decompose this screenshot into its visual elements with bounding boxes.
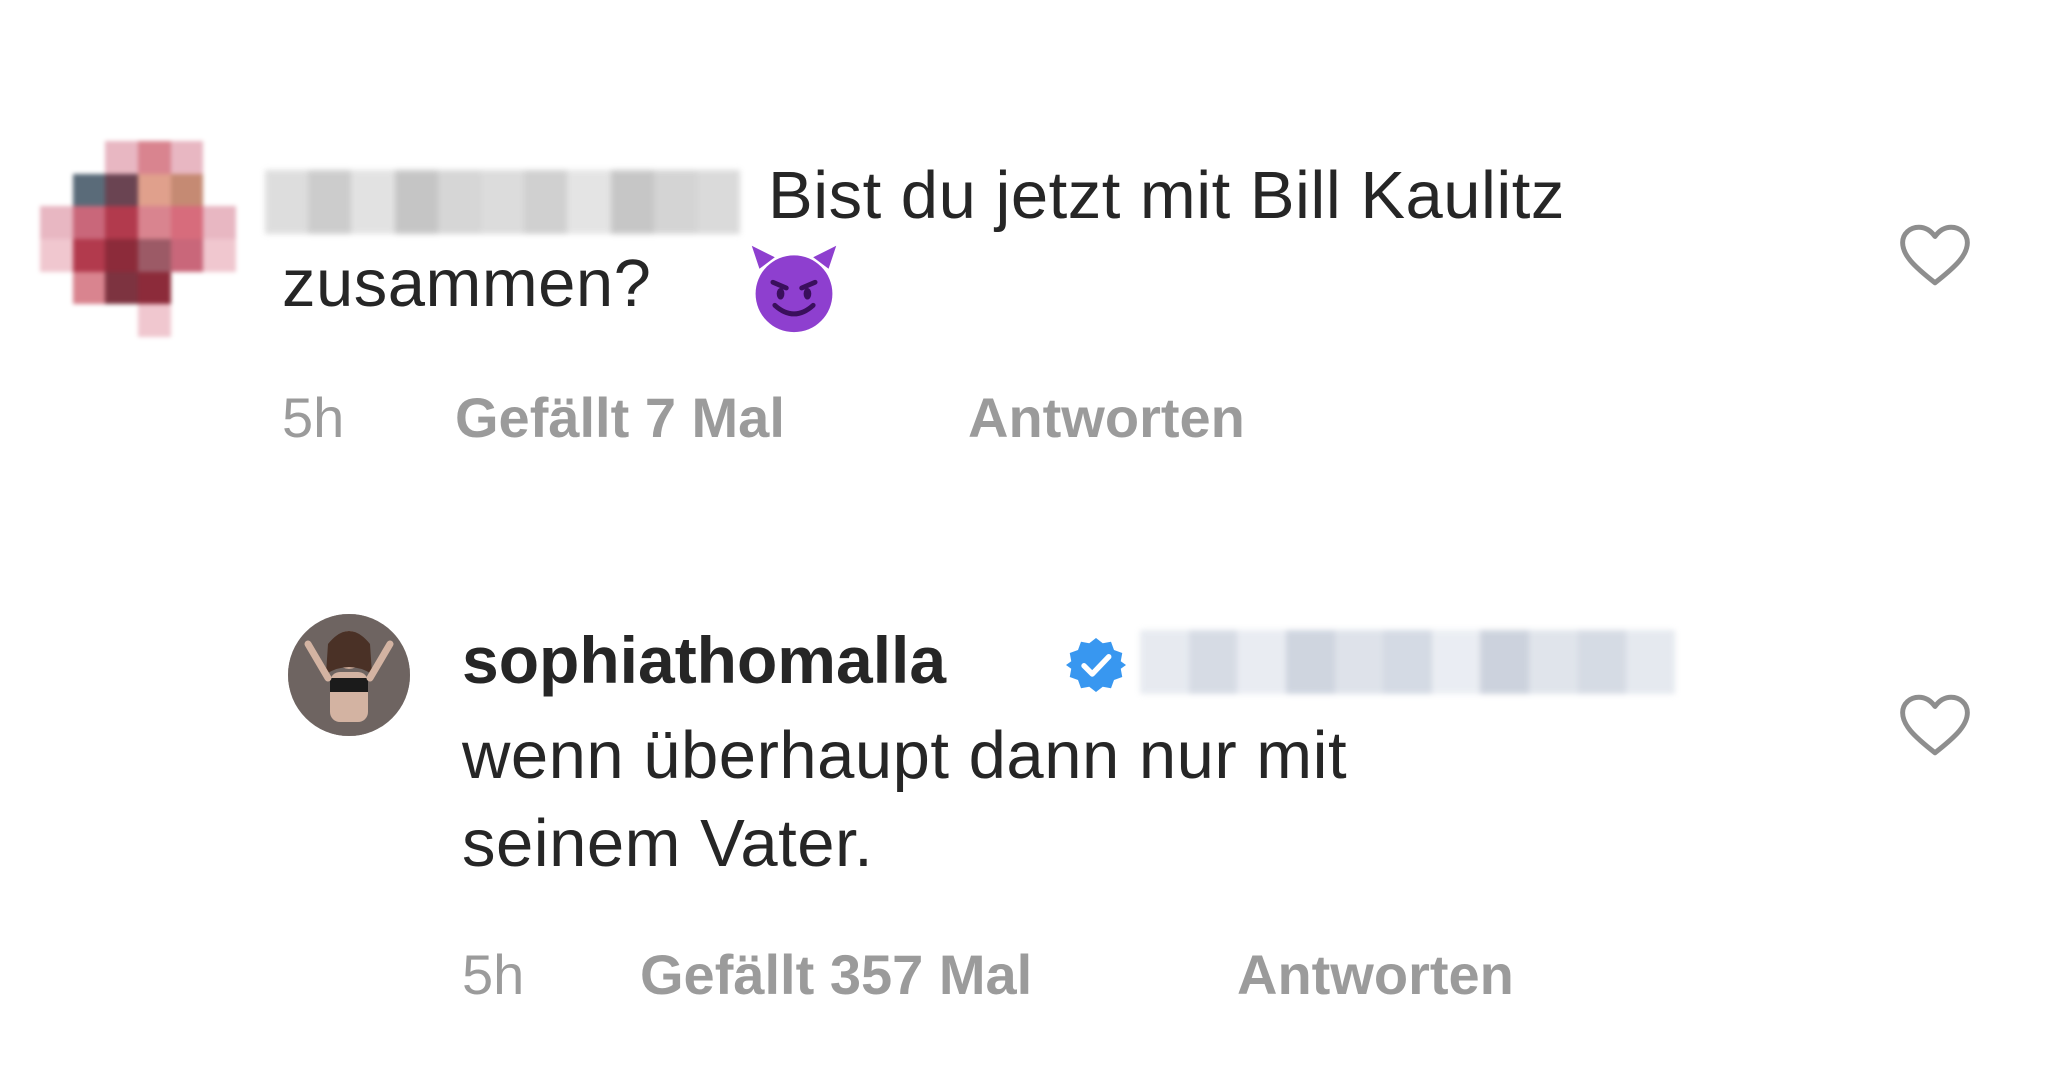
- comment-text-line-1: wenn überhaupt dann nur mit: [462, 718, 1348, 793]
- heart-outline-icon[interactable]: [1898, 692, 1972, 758]
- avatar[interactable]: [288, 614, 410, 736]
- likes-count-link[interactable]: Gefällt 357 Mal: [640, 942, 1032, 1007]
- comment-timestamp: 5h: [462, 943, 525, 1006]
- avatar[interactable]: [40, 141, 236, 337]
- heart-outline-icon[interactable]: [1898, 222, 1972, 288]
- username-link[interactable]: sophiathomalla: [462, 622, 946, 698]
- reply-button[interactable]: Antworten: [968, 385, 1245, 450]
- comment-timestamp: 5h: [282, 386, 345, 449]
- likes-count-link[interactable]: Gefällt 7 Mal: [455, 385, 785, 450]
- comment-text-line-2: zusammen?: [282, 246, 652, 321]
- comment-text-line-2: seinem Vater.: [462, 806, 874, 881]
- mention-blurred[interactable]: [1140, 630, 1676, 694]
- avatar-photo-icon: [288, 614, 410, 736]
- username-blurred[interactable]: [265, 170, 741, 234]
- comment-text-line-1: Bist du jetzt mit Bill Kaulitz: [768, 158, 1565, 233]
- smiling-devil-emoji-icon: [751, 245, 837, 333]
- verified-badge-icon: [1066, 638, 1126, 692]
- reply-button[interactable]: Antworten: [1237, 942, 1514, 1007]
